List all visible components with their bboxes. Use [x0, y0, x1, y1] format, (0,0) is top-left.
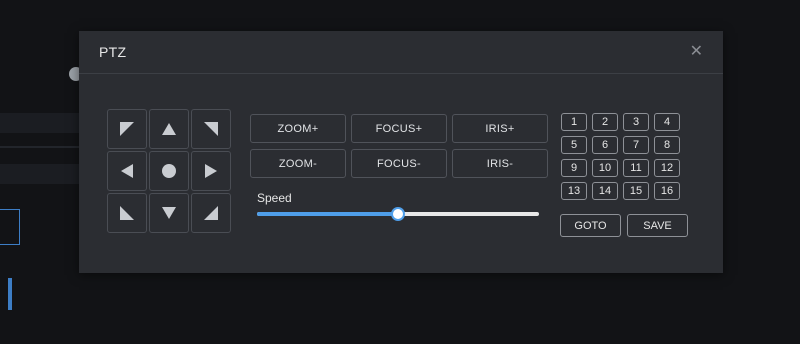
iris-open-button[interactable]: IRIS+ [452, 114, 548, 143]
zoom-in-button[interactable]: ZOOM+ [250, 114, 346, 143]
preset-button[interactable]: 3 [623, 113, 649, 131]
arrow-up-left-icon [119, 121, 135, 137]
background-row [0, 164, 80, 184]
pan-right-button[interactable] [191, 151, 231, 191]
tilt-down-button[interactable] [149, 193, 189, 233]
preset-actions: GOTO SAVE [560, 214, 688, 237]
speed-slider[interactable] [257, 207, 539, 221]
speed-label: Speed [257, 191, 292, 205]
zoom-out-button[interactable]: ZOOM- [250, 149, 346, 178]
preset-button[interactable]: 13 [561, 182, 587, 200]
preset-grid: 1 2 3 4 5 6 7 8 9 10 11 12 13 14 15 16 [561, 113, 680, 200]
arrow-left-icon [119, 163, 135, 179]
preset-button[interactable]: 10 [592, 159, 618, 177]
pan-up-left-button[interactable] [107, 109, 147, 149]
pan-down-left-button[interactable] [107, 193, 147, 233]
dialog-header: PTZ ✕ [79, 31, 723, 74]
slider-fill [257, 212, 398, 216]
preset-button[interactable]: 11 [623, 159, 649, 177]
preset-button[interactable]: 15 [623, 182, 649, 200]
arrow-up-right-icon [203, 121, 219, 137]
arrow-down-icon [161, 205, 177, 221]
preset-button[interactable]: 6 [592, 136, 618, 154]
preset-button[interactable]: 7 [623, 136, 649, 154]
pan-left-button[interactable] [107, 151, 147, 191]
preset-button[interactable]: 16 [654, 182, 680, 200]
preset-button[interactable]: 1 [561, 113, 587, 131]
dialog-title: PTZ [99, 44, 127, 60]
arrow-right-icon [203, 163, 219, 179]
preset-button[interactable]: 2 [592, 113, 618, 131]
direction-pad [107, 109, 231, 233]
preset-button[interactable]: 9 [561, 159, 587, 177]
lens-controls: ZOOM+ FOCUS+ IRIS+ ZOOM- FOCUS- IRIS- [250, 114, 548, 178]
circle-icon [161, 163, 177, 179]
background-panel [0, 209, 20, 245]
save-button[interactable]: SAVE [627, 214, 688, 237]
slider-thumb[interactable] [391, 207, 405, 221]
preset-button[interactable]: 4 [654, 113, 680, 131]
preset-button[interactable]: 14 [592, 182, 618, 200]
pan-down-right-button[interactable] [191, 193, 231, 233]
background-divider [0, 146, 80, 148]
iris-close-button[interactable]: IRIS- [452, 149, 548, 178]
preset-button[interactable]: 12 [654, 159, 680, 177]
background-accent-bar [8, 278, 12, 310]
tilt-up-button[interactable] [149, 109, 189, 149]
focus-near-button[interactable]: FOCUS+ [351, 114, 447, 143]
pan-up-right-button[interactable] [191, 109, 231, 149]
focus-far-button[interactable]: FOCUS- [351, 149, 447, 178]
close-icon[interactable]: ✕ [690, 44, 703, 60]
arrow-up-icon [161, 121, 177, 137]
preset-button[interactable]: 8 [654, 136, 680, 154]
arrow-down-left-icon [119, 205, 135, 221]
ptz-dialog: PTZ ✕ ZOOM+ FOCUS+ IRIS+ ZOOM- FOCUS- IRIS- S… [79, 31, 723, 273]
arrow-down-right-icon [203, 205, 219, 221]
goto-button[interactable]: GOTO [560, 214, 621, 237]
preset-button[interactable]: 5 [561, 136, 587, 154]
home-button[interactable] [149, 151, 189, 191]
background-row [0, 113, 80, 133]
